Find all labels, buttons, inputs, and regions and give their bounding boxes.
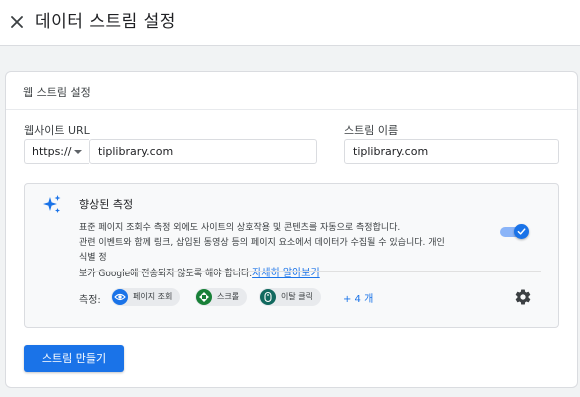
description-line: 표준 페이지 조회수 측정 외에도 사이트의 상호작용 및 콘텐츠를 자동으로 … <box>79 223 401 233</box>
protocol-value: https:// <box>32 145 72 158</box>
create-stream-button[interactable]: 스트림 만들기 <box>24 345 124 372</box>
sparkle-icon <box>43 195 61 213</box>
events-label: 측정: <box>79 295 101 306</box>
section-divider <box>79 271 541 272</box>
mouse-icon <box>260 289 276 305</box>
card-divider <box>6 109 577 110</box>
card-title: 웹 스트림 설정 <box>23 86 91 99</box>
enhanced-measurement-description: 표준 페이지 조회수 측정 외에도 사이트의 상호작용 및 콘텐츠를 자동으로 … <box>79 221 449 282</box>
web-stream-settings-card: 웹 스트림 설정 웹사이트 URL https:// tiplibrary.co… <box>5 71 578 388</box>
close-icon <box>11 16 23 28</box>
more-events-link[interactable]: + 4 개 <box>343 290 373 305</box>
top-bar: 데이터 스트림 설정 <box>0 0 580 46</box>
event-chip-scroll[interactable]: 스크롤 <box>195 288 248 306</box>
close-button[interactable] <box>8 12 26 32</box>
gear-icon <box>515 289 531 305</box>
chip-label: 이탈 클릭 <box>281 292 313 301</box>
eye-icon <box>112 289 128 305</box>
chip-label: 페이지 조회 <box>133 292 173 301</box>
learn-more-link[interactable]: 자세히 알아보기 <box>252 268 320 279</box>
description-line: 관련 이벤트와 함께 링크, 삽입된 동영상 등의 페이지 요소에서 데이터가 … <box>79 238 445 263</box>
page-title: 데이터 스트림 설정 <box>35 12 176 32</box>
description-line: 보가 Google에 전송되지 않도록 해야 합니다.자세히 알아보기 <box>79 268 320 279</box>
settings-button[interactable] <box>514 288 532 306</box>
chevron-down-icon <box>74 150 82 154</box>
event-chip-page-view[interactable]: 페이지 조회 <box>111 288 181 306</box>
protocol-select[interactable]: https:// <box>24 139 89 164</box>
stream-name-input[interactable]: tiplibrary.com <box>344 139 559 164</box>
stream-name-label: 스트림 이름 <box>344 124 399 137</box>
enhanced-measurement-toggle[interactable] <box>500 224 529 239</box>
website-url-label: 웹사이트 URL <box>24 124 90 137</box>
check-icon <box>517 228 526 235</box>
chip-label: 스크롤 <box>217 292 240 301</box>
enhanced-measurement-section: 향상된 측정 표준 페이지 조회수 측정 외에도 사이트의 상호작용 및 콘텐츠… <box>24 183 559 328</box>
event-chip-outbound-click[interactable]: 이탈 클릭 <box>259 288 321 306</box>
website-url-input[interactable]: tiplibrary.com <box>89 139 317 164</box>
enhanced-measurement-title: 향상된 측정 <box>79 198 134 211</box>
toggle-knob <box>514 224 529 239</box>
scroll-arrows-icon <box>196 289 212 305</box>
